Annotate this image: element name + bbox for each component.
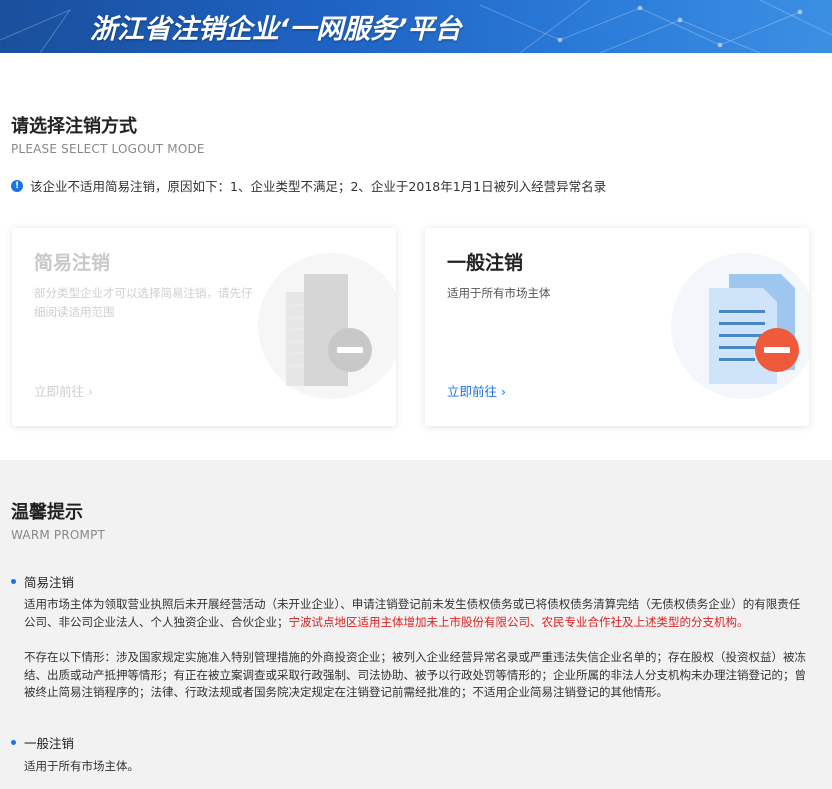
- prompt-item-title: 简易注销: [24, 575, 75, 590]
- card-description: 部分类型企业才可以选择简易注销，请先仔细阅读适用范围: [34, 286, 253, 319]
- building-minus-icon: [258, 253, 396, 399]
- prompt-item-paragraph: 适用于所有市场主体。: [24, 759, 139, 773]
- simple-deregistration-card: 简易注销 部分类型企业才可以选择简易注销，请先仔细阅读适用范围 立即前往 ›: [12, 228, 396, 426]
- header-banner: 浙江省注销企业‘一网服务’平台: [0, 0, 832, 53]
- bullet-dot-icon: [11, 740, 16, 745]
- warm-prompt-title: 温馨提示: [11, 502, 83, 523]
- select-section-title: 请选择注销方式: [11, 116, 137, 137]
- paragraph-red-text: 宁波试点地区适用主体增加未上市股份有限公司、农民专业合作社及上述类型的分支机构。: [288, 614, 749, 629]
- ineligible-notice: ! 该企业不适用简易注销，原因如下：1、企业类型不满足；2、企业于2018年1月…: [11, 176, 606, 195]
- bullet-dot-icon: [11, 579, 16, 584]
- select-section-subtitle: PLEASE SELECT LOGOUT MODE: [11, 142, 205, 156]
- page-title: 浙江省注销企业‘一网服务’平台: [90, 14, 462, 45]
- go-now-link-disabled: 立即前往 ›: [34, 384, 93, 399]
- prompt-item-paragraph: 适用市场主体为领取营业执照后未开展经营活动（未开业企业）、申请注销登记前未发生债…: [24, 596, 809, 631]
- prompt-item-paragraph-2: 不存在以下情形：涉及国家规定实施准入特别管理措施的外商投资企业；被列入企业经营异…: [24, 650, 806, 699]
- card-title: 简易注销: [34, 252, 111, 274]
- card-title: 一般注销: [447, 252, 524, 274]
- notice-text: 该企业不适用简易注销，原因如下：1、企业类型不满足；2、企业于2018年1月1日…: [30, 179, 607, 194]
- go-now-link[interactable]: 立即前往 ›: [447, 381, 506, 400]
- document-minus-icon: [671, 253, 809, 399]
- card-description: 适用于所有市场主体: [447, 286, 551, 300]
- prompt-item-title: 一般注销: [24, 736, 75, 751]
- general-deregistration-card[interactable]: 一般注销 适用于所有市场主体 立即前往 ›: [425, 228, 809, 426]
- warm-prompt-subtitle: WARM PROMPT: [11, 528, 106, 542]
- info-icon: !: [11, 179, 23, 192]
- prompt-item-simple: 简易注销: [11, 572, 74, 591]
- prompt-item-general: 一般注销: [11, 733, 74, 752]
- warm-prompt-section: 温馨提示 WARM PROMPT 简易注销 适用市场主体为领取营业执照后未开展经…: [0, 460, 832, 789]
